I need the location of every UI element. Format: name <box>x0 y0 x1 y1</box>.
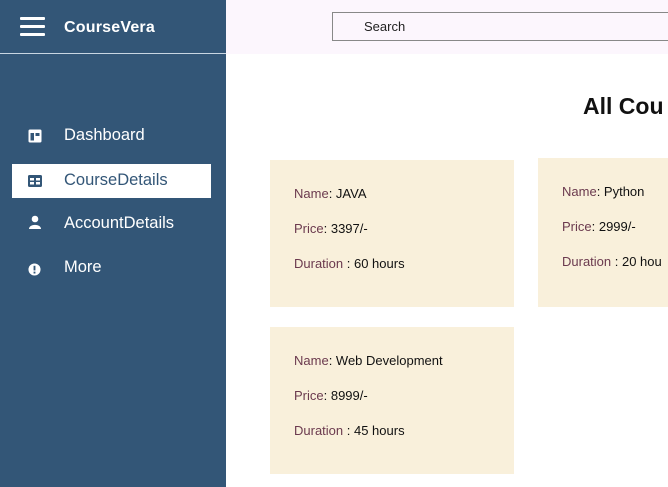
sidebar-item-accountdetails[interactable]: AccountDetails <box>12 207 211 241</box>
brand-bar: CourseVera <box>0 0 226 54</box>
page-title: All Cou <box>583 93 664 119</box>
table-icon <box>28 175 42 187</box>
course-price-row: Price: 8999/- <box>294 388 368 403</box>
course-duration-row: Duration : 45 hours <box>294 423 405 438</box>
course-name-row: Name: Python <box>562 184 645 199</box>
info-circle-icon <box>28 263 41 276</box>
sidebar-item-label: Dashboard <box>64 126 145 144</box>
app-title: CourseVera <box>64 19 155 36</box>
course-card[interactable]: Name: JAVA Price: 3397/- Duration : 60 h… <box>270 160 514 307</box>
menu-icon[interactable] <box>20 17 45 37</box>
sidebar-item-more[interactable]: More <box>12 251 211 285</box>
user-icon <box>29 215 41 229</box>
course-name-row: Name: JAVA <box>294 186 367 201</box>
course-name-row: Name: Web Development <box>294 353 443 368</box>
sidebar-item-label: CourseDetails <box>64 171 168 189</box>
sidebar-item-dashboard[interactable]: Dashboard <box>12 119 211 153</box>
course-price-row: Price: 3397/- <box>294 221 368 236</box>
course-duration-row: Duration : 20 hou <box>562 254 662 269</box>
search-input[interactable] <box>332 12 668 41</box>
course-card[interactable]: Name: Web Development Price: 8999/- Dura… <box>270 327 514 474</box>
course-duration-row: Duration : 60 hours <box>294 256 405 271</box>
sidebar-item-coursedetails[interactable]: CourseDetails <box>12 164 211 198</box>
sidebar-item-label: AccountDetails <box>64 214 175 232</box>
top-header <box>226 0 668 54</box>
dashboard-icon <box>28 129 42 143</box>
sidebar: CourseVera Dashboard CourseDetails Accou… <box>0 0 226 487</box>
sidebar-item-label: More <box>64 258 102 276</box>
course-price-row: Price: 2999/- <box>562 219 636 234</box>
course-card[interactable]: Name: Python Price: 2999/- Duration : 20… <box>538 158 668 307</box>
